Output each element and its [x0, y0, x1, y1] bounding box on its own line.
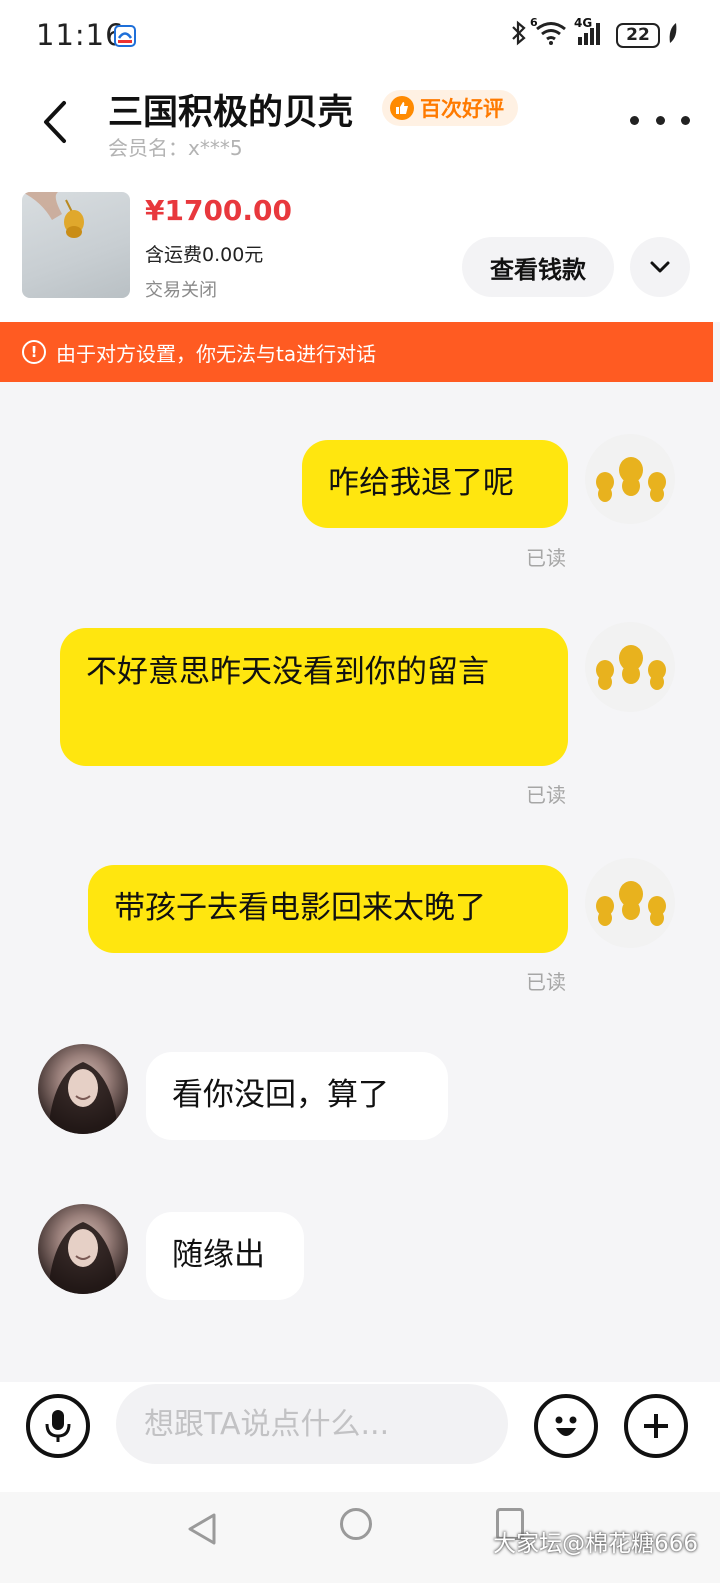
- thumb-up-icon: [390, 96, 414, 120]
- plus-icon: [644, 1414, 668, 1438]
- read-receipt: 已读: [526, 783, 566, 807]
- wifi-sub-label: 6: [530, 16, 538, 29]
- status-icons: 6 4G 22: [510, 16, 680, 50]
- chat-page: 11:16 6 4G 22 三国积极的贝壳 百次好评 会员名：x***5 ¥17…: [0, 0, 720, 1583]
- battery-indicator: 22: [616, 22, 660, 48]
- status-bar: 11:16 6 4G 22: [0, 0, 720, 70]
- message-bubble-received[interactable]: 随缘出: [146, 1212, 304, 1300]
- product-shipping: 含运费0.00元: [145, 244, 264, 266]
- watermark: 大家坛@棉花糖666: [493, 1531, 698, 1557]
- bluetooth-icon: [510, 20, 528, 50]
- app-notification-icon: [114, 25, 136, 47]
- status-time: 11:16: [36, 18, 125, 52]
- wifi-icon: 6: [530, 16, 568, 50]
- system-nav-bar: 大家坛@棉花糖666: [0, 1492, 720, 1583]
- microphone-icon: [45, 1410, 71, 1442]
- member-name: 会员名：x***5: [108, 136, 243, 160]
- add-button[interactable]: [624, 1394, 688, 1458]
- warning-text: 由于对方设置，你无法与ta进行对话: [56, 341, 377, 366]
- message-text: 不好意思昨天没看到你的留言: [86, 654, 489, 690]
- chat-messages: 咋给我退了呢 已读 不好意思昨天没看到你的留言 已读 带孩子去看电影回来太晚了: [0, 382, 720, 1382]
- my-avatar[interactable]: [585, 434, 675, 524]
- order-status: 交易关闭: [145, 280, 217, 301]
- back-arrow-icon: [44, 101, 66, 143]
- message-bubble-sent[interactable]: 带孩子去看电影回来太晚了: [88, 865, 568, 953]
- more-dot: [655, 115, 665, 125]
- message-text: 带孩子去看电影回来太晚了: [114, 890, 486, 926]
- contact-avatar[interactable]: [38, 1204, 128, 1294]
- input-bar: [0, 1382, 720, 1492]
- product-price: ¥1700.00: [145, 194, 293, 227]
- view-payment-button[interactable]: 查看钱款: [462, 237, 614, 297]
- warning-icon: !: [22, 340, 46, 364]
- message-text: 咋给我退了呢: [328, 465, 514, 501]
- message-text: 随缘出: [172, 1237, 265, 1273]
- read-receipt: 已读: [526, 970, 566, 994]
- chat-header: 三国积极的贝壳 百次好评 会员名：x***5: [0, 70, 720, 182]
- message-bubble-sent[interactable]: 不好意思昨天没看到你的留言: [60, 628, 568, 766]
- my-avatar[interactable]: [585, 858, 675, 948]
- charging-leaf-icon: [666, 21, 680, 49]
- emoji-icon: [555, 1416, 577, 1436]
- signal-icon: 4G: [574, 16, 604, 50]
- more-dots-icon: [630, 115, 639, 125]
- back-button[interactable]: [30, 94, 80, 150]
- nav-back-icon[interactable]: [186, 1512, 218, 1550]
- more-dot: [681, 115, 690, 125]
- message-text: 看你没回，算了: [172, 1077, 389, 1113]
- read-receipt: 已读: [526, 546, 566, 570]
- expand-button[interactable]: [630, 237, 690, 297]
- warning-banner: ! 由于对方设置，你无法与ta进行对话: [0, 322, 713, 382]
- emoji-button[interactable]: [534, 1394, 598, 1458]
- my-avatar[interactable]: [585, 622, 675, 712]
- message-bubble-sent[interactable]: 咋给我退了呢: [302, 440, 568, 528]
- shop-title[interactable]: 三国积极的贝壳: [108, 84, 353, 135]
- rating-badge[interactable]: 百次好评: [382, 90, 518, 126]
- rating-badge-label: 百次好评: [420, 97, 504, 121]
- contact-avatar[interactable]: [38, 1044, 128, 1134]
- message-input[interactable]: [116, 1384, 508, 1464]
- more-options-button[interactable]: [630, 102, 690, 138]
- voice-button[interactable]: [26, 1394, 90, 1458]
- product-card: ¥1700.00 含运费0.00元 交易关闭 查看钱款: [0, 182, 720, 322]
- message-bubble-received[interactable]: 看你没回，算了: [146, 1052, 448, 1140]
- product-thumbnail[interactable]: [22, 192, 130, 298]
- network-label: 4G: [574, 16, 593, 30]
- chevron-down-icon: [650, 261, 670, 273]
- nav-home-icon[interactable]: [340, 1508, 372, 1540]
